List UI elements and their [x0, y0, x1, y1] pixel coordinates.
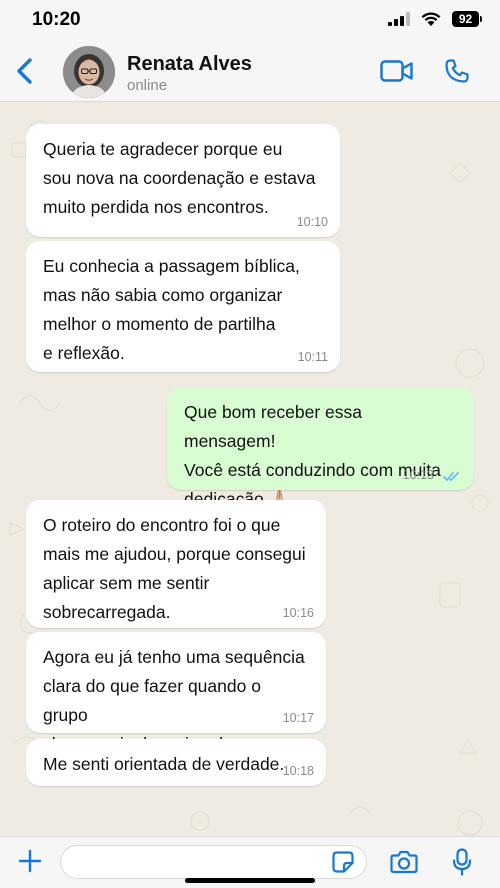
avatar[interactable] — [63, 46, 115, 98]
double-check-icon — [443, 472, 459, 482]
message-bubble-outgoing[interactable]: Que bom receber essa mensagem! Você está… — [167, 387, 474, 509]
battery-indicator: 92 — [452, 11, 482, 27]
status-time: 10:20 — [32, 9, 81, 30]
back-chevron-icon[interactable] — [12, 56, 38, 86]
message-text: O roteiro do encontro foi o que mais me … — [43, 515, 306, 622]
chat-area[interactable]: Queria te agradecer porque eu sou nova n… — [0, 103, 500, 836]
message-text: Me senti orientada de verdade. — [43, 754, 285, 774]
contact-status: online — [127, 77, 168, 94]
message-bubble-incoming[interactable]: Me senti orientada de verdade. 10:18 — [26, 739, 326, 786]
sticker-icon[interactable] — [332, 851, 354, 873]
message-time: 10:16 — [282, 606, 314, 620]
message-input[interactable] — [60, 845, 367, 879]
message-bubble-incoming[interactable]: O roteiro do encontro foi o que mais me … — [26, 500, 326, 628]
home-indicator[interactable] — [185, 878, 315, 883]
message-text: Eu conhecia a passagem bíblica, mas não … — [43, 256, 300, 363]
microphone-icon[interactable] — [452, 848, 472, 876]
message-bubble-incoming[interactable]: Queria te agradecer porque eu sou nova n… — [26, 124, 340, 237]
message-bubble-incoming[interactable]: Agora eu já tenho uma sequência clara do… — [26, 632, 326, 754]
chat-header: Renata Alves online — [0, 40, 500, 102]
video-call-icon[interactable] — [380, 60, 414, 82]
message-time: 10:18 — [282, 764, 314, 778]
cellular-signal-icon — [388, 12, 410, 26]
wifi-icon — [421, 12, 441, 26]
message-time: 10:13 — [402, 468, 434, 482]
message-text: Queria te agradecer porque eu sou nova n… — [43, 139, 316, 217]
status-bar: 10:20 92 — [0, 0, 500, 40]
contact-name[interactable]: Renata Alves — [127, 53, 252, 76]
avatar-photo — [63, 46, 115, 98]
message-time: 10:11 — [297, 350, 328, 364]
message-time: 10:10 — [296, 215, 328, 229]
phone-icon[interactable] — [444, 58, 470, 84]
message-text: Que bom receber essa mensagem! Você está… — [184, 402, 441, 509]
message-time: 10:17 — [282, 711, 314, 725]
camera-icon[interactable] — [390, 850, 418, 874]
message-bubble-incoming[interactable]: Eu conhecia a passagem bíblica, mas não … — [26, 241, 340, 372]
plus-icon[interactable] — [18, 849, 42, 873]
